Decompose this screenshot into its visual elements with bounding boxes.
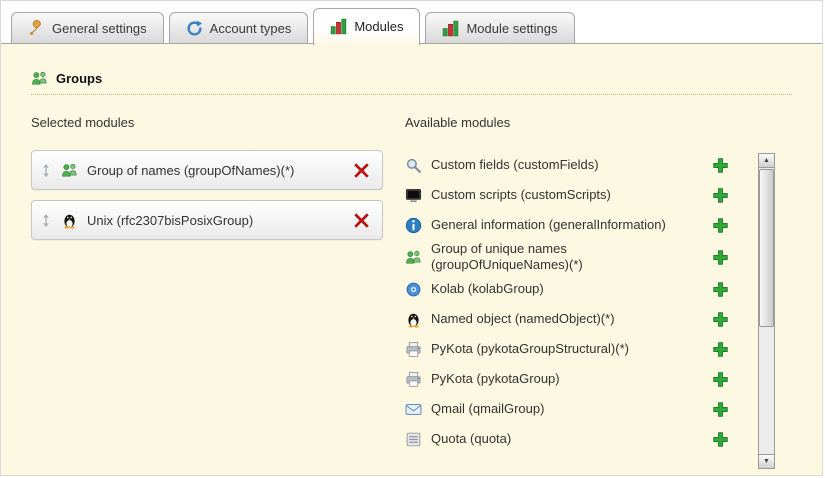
available-module-row: Kolab (kolabGroup) xyxy=(405,275,731,305)
plus-icon xyxy=(712,249,729,266)
printer-icon xyxy=(405,341,422,358)
available-module-label: PyKota (pykotaGroup) xyxy=(431,371,560,387)
scroll-down-icon: ▼ xyxy=(763,458,770,465)
modules-icon xyxy=(442,20,459,37)
plus-icon xyxy=(712,187,729,204)
remove-module-button[interactable] xyxy=(351,210,372,231)
available-modules-heading: Available modules xyxy=(405,115,775,130)
add-module-button[interactable] xyxy=(710,247,731,268)
refresh-icon xyxy=(186,20,203,37)
printer-icon xyxy=(405,371,422,388)
plus-icon xyxy=(712,311,729,328)
plus-icon xyxy=(712,431,729,448)
plus-icon xyxy=(712,217,729,234)
selected-module-label: Unix (rfc2307bisPosixGroup) xyxy=(87,213,253,228)
add-module-button[interactable] xyxy=(710,339,731,360)
group-icon xyxy=(405,249,422,266)
groups-icon xyxy=(31,70,48,87)
add-module-button[interactable] xyxy=(710,185,731,206)
section-title: Groups xyxy=(56,71,102,86)
available-module-row: Named object (namedObject)(*) xyxy=(405,305,731,335)
group-icon xyxy=(61,162,78,179)
add-module-button[interactable] xyxy=(710,399,731,420)
screen-icon xyxy=(405,187,422,204)
add-module-button[interactable] xyxy=(710,279,731,300)
available-module-row: Group of unique names (groupOfUniqueName… xyxy=(405,240,731,275)
add-module-button[interactable] xyxy=(710,429,731,450)
modules-icon xyxy=(330,18,347,35)
available-module-row: PyKota (pykotaGroup) xyxy=(405,365,731,395)
available-module-label: Quota (quota) xyxy=(431,431,511,447)
tux-icon xyxy=(61,212,78,229)
tab-general-settings[interactable]: General settings xyxy=(11,12,164,43)
modules-columns: Selected modules Group of names (groupOf… xyxy=(31,115,775,455)
tab-label: Modules xyxy=(354,19,403,34)
available-module-label: PyKota (pykotaGroupStructural)(*) xyxy=(431,341,629,357)
quota-icon xyxy=(405,431,422,448)
drag-handle-icon[interactable] xyxy=(40,213,52,228)
available-module-label: General information (generalInformation) xyxy=(431,217,666,233)
available-module-label: Custom scripts (customScripts) xyxy=(431,187,611,203)
tab-module-settings[interactable]: Module settings xyxy=(425,12,574,43)
add-module-button[interactable] xyxy=(710,215,731,236)
available-module-row: Custom fields (customFields) xyxy=(405,150,731,180)
available-module-row: PyKota (pykotaGroupStructural)(*) xyxy=(405,335,731,365)
tab-label: General settings xyxy=(52,21,147,36)
plus-icon xyxy=(712,371,729,388)
lam-configuration-window: General settings Account types Modules M… xyxy=(0,0,823,476)
selected-module-row[interactable]: Group of names (groupOfNames)(*) xyxy=(31,150,383,190)
available-module-row: Qmail (qmailGroup) xyxy=(405,395,731,425)
add-module-button[interactable] xyxy=(710,155,731,176)
available-modules-column: Available modules Custom fields (customF… xyxy=(405,115,775,455)
drag-handle-icon[interactable] xyxy=(40,163,52,178)
tab-label: Module settings xyxy=(466,21,557,36)
scroll-up-icon: ▲ xyxy=(763,157,770,164)
mail-icon xyxy=(405,401,422,418)
modules-panel: Groups Selected modules Group of names (… xyxy=(1,43,822,475)
available-module-row: Custom scripts (customScripts) xyxy=(405,180,731,210)
plus-icon xyxy=(712,401,729,418)
remove-module-button[interactable] xyxy=(351,160,372,181)
delete-icon xyxy=(353,162,370,179)
plus-icon xyxy=(712,157,729,174)
tab-bar: General settings Account types Modules M… xyxy=(11,6,575,43)
available-modules-list: Custom fields (customFields) Custom scri… xyxy=(405,150,731,455)
tab-account-types[interactable]: Account types xyxy=(169,12,309,43)
available-module-label: Kolab (kolabGroup) xyxy=(431,281,544,297)
plus-icon xyxy=(712,281,729,298)
tab-label: Account types xyxy=(210,21,292,36)
plus-icon xyxy=(712,341,729,358)
wrench-icon xyxy=(28,20,45,37)
tux-icon xyxy=(405,311,422,328)
available-module-label: Group of unique names (groupOfUniqueName… xyxy=(431,241,701,274)
section-header: Groups xyxy=(31,70,792,95)
available-module-label: Named object (namedObject)(*) xyxy=(431,311,615,327)
add-module-button[interactable] xyxy=(710,309,731,330)
selected-module-label: Group of names (groupOfNames)(*) xyxy=(87,163,294,178)
magnifier-icon xyxy=(405,157,422,174)
tab-modules[interactable]: Modules xyxy=(313,8,420,45)
scrollbar-thumb[interactable] xyxy=(759,169,774,327)
available-module-row: Quota (quota) xyxy=(405,425,731,455)
available-module-label: Custom fields (customFields) xyxy=(431,157,599,173)
delete-icon xyxy=(353,212,370,229)
selected-modules-heading: Selected modules xyxy=(31,115,383,130)
selected-modules-column: Selected modules Group of names (groupOf… xyxy=(31,115,383,250)
scroll-up-button[interactable]: ▲ xyxy=(758,153,775,168)
available-module-row: General information (generalInformation) xyxy=(405,210,731,240)
add-module-button[interactable] xyxy=(710,369,731,390)
kolab-icon xyxy=(405,281,422,298)
available-modules-scrollbar[interactable]: ▲ ▼ xyxy=(758,153,775,469)
selected-module-row[interactable]: Unix (rfc2307bisPosixGroup) xyxy=(31,200,383,240)
available-module-label: Qmail (qmailGroup) xyxy=(431,401,544,417)
info-icon xyxy=(405,217,422,234)
scroll-down-button[interactable]: ▼ xyxy=(758,454,775,469)
